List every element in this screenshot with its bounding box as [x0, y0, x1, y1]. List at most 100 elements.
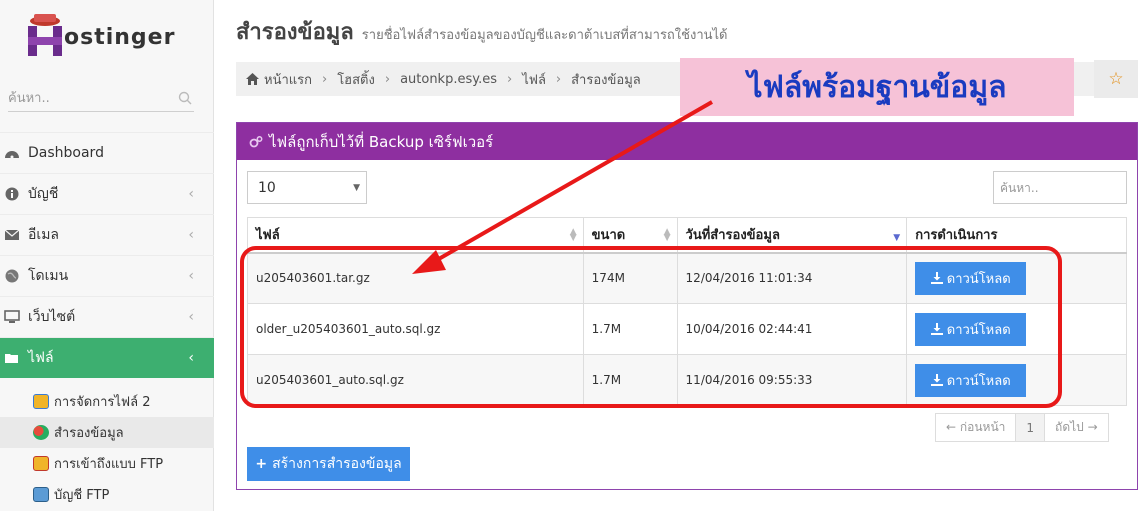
main-content: สำรองข้อมูล รายชื่อไฟล์สำรองข้อมูลของบัญ… [214, 0, 1146, 511]
breadcrumb-separator-icon: › [507, 71, 513, 87]
sidebar-submenu: การจัดการไฟล์ 2 สำรองข้อมูล การเข้าถึงแบ… [0, 386, 214, 510]
sidebar-item-account[interactable]: บัญชี ‹ [0, 173, 214, 214]
globe-icon [5, 269, 19, 283]
cell-file: u205403601_auto.sql.gz [247, 354, 584, 406]
breadcrumb-item-backup: สำรองข้อมูล [571, 72, 641, 88]
envelope-icon [4, 229, 20, 240]
sidebar-item-files[interactable]: ไฟล์ ‹ [0, 337, 214, 378]
column-header-date[interactable]: วันที่สำรองข้อมูล ▼ [676, 217, 908, 254]
gears-icon [249, 135, 263, 147]
create-backup-button[interactable]: + สร้างการสำรองข้อมูล [247, 447, 410, 481]
breadcrumb-item-hosting[interactable]: โฮสติ้ง [337, 69, 375, 90]
cell-action: ดาวน์โหลด [906, 354, 1127, 406]
cell-date: 12/04/2016 11:01:34 [676, 252, 908, 304]
sidebar-subitem-label: การเข้าถึงแบบ FTP [54, 457, 164, 472]
brand-logo[interactable]: ostinger [22, 10, 192, 58]
sort-icon: ▲ ▼ [569, 227, 577, 243]
table-header-row: ไฟล์ ▲ ▼ ขนาด ▲ ▼ วันที่สำรองข้อมูล ▼ การดำเน… [247, 217, 1127, 254]
sidebar-subitem-backup[interactable]: สำรองข้อมูล [0, 417, 214, 448]
sidebar-subitem-label: การจัดการไฟล์ 2 [54, 395, 151, 410]
cell-size: 174M [582, 252, 678, 304]
brand-wordmark: ostinger [64, 24, 176, 50]
breadcrumb-item-home[interactable]: หน้าแรก [264, 69, 312, 90]
favorite-star-button[interactable]: ☆ [1094, 60, 1138, 98]
breadcrumb-separator-icon: › [555, 71, 562, 87]
pagination-next[interactable]: ถัดไป → [1045, 414, 1108, 441]
cell-date: 11/04/2016 09:55:33 [676, 354, 908, 406]
sidebar-item-domain[interactable]: โดเมน ‹ [0, 255, 214, 296]
chevron-left-icon: ‹ [188, 186, 194, 202]
breadcrumb-item-domain[interactable]: autonkp.esy.es [400, 72, 497, 87]
home-icon [246, 73, 259, 85]
backup-table: ไฟล์ ▲ ▼ ขนาด ▲ ▼ วันที่สำรองข้อมูล ▼ การดำเน… [247, 217, 1127, 406]
table-row: u205403601_auto.sql.gz 1.7M 11/04/2016 0… [247, 354, 1127, 406]
panel-title: ไฟล์ถูกเก็บไว้ที่ Backup เซิร์ฟเวอร์ [269, 132, 494, 151]
page-title: สำรองข้อมูล [236, 20, 354, 45]
sidebar-item-label: เว็บไซต์ [28, 309, 76, 325]
table-row: u205403601.tar.gz 174M 12/04/2016 11:01:… [247, 252, 1127, 304]
cell-action: ดาวน์โหลด [906, 303, 1127, 355]
sidebar-subitem-file-manager[interactable]: การจัดการไฟล์ 2 [0, 386, 214, 417]
column-header-file[interactable]: ไฟล์ ▲ ▼ [247, 217, 584, 254]
column-header-action: การดำเนินการ [906, 217, 1127, 254]
sidebar: ostinger Dashboard บัญชี ‹ อีเมล ‹ โดเมน… [0, 0, 214, 511]
create-backup-label: สร้างการสำรองข้อมูล [272, 456, 402, 472]
backup-panel: ไฟล์ถูกเก็บไว้ที่ Backup เซิร์ฟเวอร์ 10 … [236, 122, 1138, 490]
cell-size: 1.7M [582, 303, 678, 355]
breadcrumb-separator-icon: › [322, 71, 328, 87]
sidebar-subitem-ftp-accounts[interactable]: บัญชี FTP [0, 479, 214, 510]
sidebar-search-input[interactable] [8, 91, 168, 106]
sidebar-item-dashboard[interactable]: Dashboard [0, 132, 214, 173]
chevron-left-icon: ‹ [188, 350, 194, 366]
page-subtitle: รายชื่อไฟล์สำรองข้อมูลของบัญชีและดาต้าเบ… [361, 28, 728, 43]
sidebar-item-email[interactable]: อีเมล ‹ [0, 214, 214, 255]
download-label: ดาวน์โหลด [946, 270, 1011, 286]
download-icon [930, 323, 943, 335]
info-icon [5, 187, 19, 201]
download-label: ดาวน์โหลด [946, 321, 1011, 337]
hostinger-logo-icon [22, 10, 68, 58]
panel-header: ไฟล์ถูกเก็บไว้ที่ Backup เซิร์ฟเวอร์ [237, 123, 1137, 160]
cell-file: older_u205403601_auto.sql.gz [247, 303, 584, 355]
download-icon [930, 374, 943, 386]
download-button[interactable]: ดาวน์โหลด [915, 312, 1027, 346]
ftp-accounts-icon [33, 487, 49, 502]
chevron-left-icon: ‹ [188, 227, 194, 243]
caret-down-icon: ▼ [353, 183, 360, 193]
cell-date: 10/04/2016 02:44:41 [676, 303, 908, 355]
sort-desc-icon: ▼ [893, 233, 901, 243]
cell-size: 1.7M [582, 354, 678, 406]
pagination-prev[interactable]: ← ก่อนหน้า [936, 414, 1017, 441]
page-length-select[interactable]: 10 ▼ [247, 171, 367, 204]
file-manager-icon [33, 394, 49, 409]
folder-open-icon [5, 354, 18, 363]
sidebar-item-website[interactable]: เว็บไซต์ ‹ [0, 296, 214, 337]
download-button[interactable]: ดาวน์โหลด [915, 363, 1027, 397]
column-header-size[interactable]: ขนาด ▲ ▼ [582, 217, 678, 254]
chevron-left-icon: ‹ [188, 309, 194, 325]
download-label: ดาวน์โหลด [946, 372, 1011, 388]
sidebar-item-label: อีเมล [28, 227, 60, 243]
sidebar-item-label: Dashboard [28, 145, 104, 161]
page-length-value: 10 [258, 179, 276, 196]
sidebar-nav: Dashboard บัญชี ‹ อีเมล ‹ โดเมน ‹ เว็บไซ… [0, 132, 214, 378]
page-header: สำรองข้อมูล รายชื่อไฟล์สำรองข้อมูลของบัญ… [236, 14, 728, 49]
plus-icon: + [255, 456, 268, 472]
star-icon: ☆ [1108, 69, 1124, 89]
sidebar-item-label: โดเมน [28, 268, 69, 284]
sidebar-subitem-label: บัญชี FTP [54, 488, 110, 503]
monitor-icon [4, 310, 20, 323]
cell-file: u205403601.tar.gz [247, 252, 584, 304]
breadcrumb-item-files[interactable]: ไฟล์ [522, 69, 546, 90]
sidebar-subitem-ftp-access[interactable]: การเข้าถึงแบบ FTP [0, 448, 214, 479]
download-icon [930, 272, 943, 285]
ftp-access-icon [33, 456, 49, 471]
table-search-input[interactable] [993, 171, 1127, 204]
download-button[interactable]: ดาวน์โหลด [915, 261, 1027, 295]
sidebar-item-label: ไฟล์ [28, 350, 54, 366]
sidebar-search [8, 86, 194, 112]
search-icon[interactable] [178, 91, 192, 105]
pagination-page[interactable]: 1 [1016, 414, 1046, 441]
sidebar-item-label: บัญชี [28, 186, 59, 202]
breadcrumb-separator-icon: › [384, 71, 391, 87]
